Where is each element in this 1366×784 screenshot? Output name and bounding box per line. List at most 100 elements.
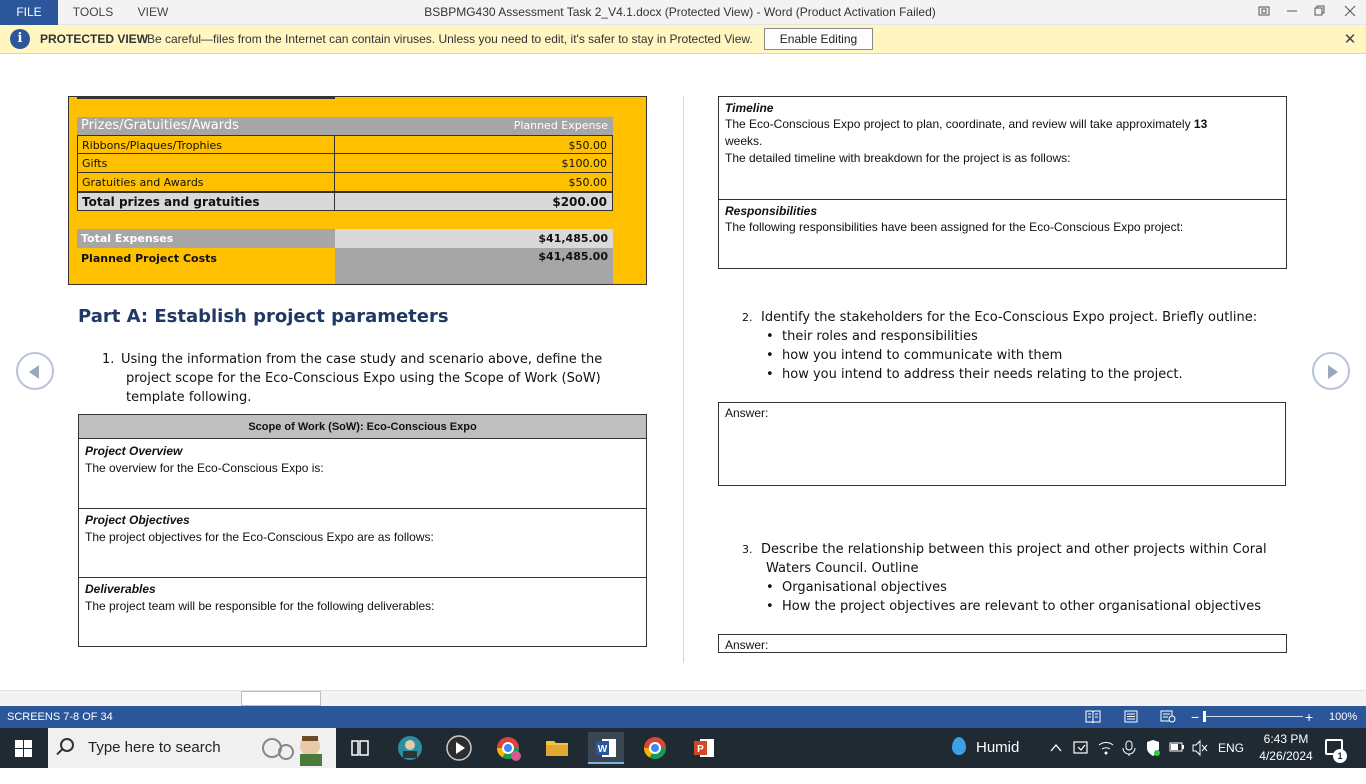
timeline-section[interactable]: Timeline The Eco-Conscious Expo project … [719,97,1286,200]
question-text: Using the information from the case stud… [121,352,603,367]
budget-header-column: Planned Expense [513,119,608,132]
enable-editing-button[interactable]: Enable Editing [764,28,873,50]
deliverables-section[interactable]: Deliverables The project team will be re… [79,578,646,647]
budget-header-row: Prizes/Gratuities/Awards Planned Expense [77,117,613,135]
restore-button[interactable] [1306,0,1334,25]
close-icon[interactable]: ✕ [1340,25,1360,54]
wifi-icon[interactable] [1097,728,1115,784]
question-2: 2. Identify the stakeholders for the Eco-… [742,308,1272,384]
planned-costs-label: Planned Project Costs [81,252,217,265]
read-mode-icon[interactable] [1085,710,1101,724]
print-layout-icon[interactable] [1123,710,1139,723]
search-placeholder: Type here to search [88,739,221,756]
planned-costs-row: Planned Project Costs $41,485.00 [77,248,613,284]
question-text: Identify the stakeholders for the Eco-Co… [761,310,1258,325]
scrollbar-thumb[interactable] [241,691,321,706]
section-title: Deliverables [85,582,156,596]
horizontal-scrollbar[interactable] [0,690,1366,706]
task-view-icon[interactable] [342,732,378,764]
total-expenses-value: $41,485.00 [335,229,613,248]
question-number: 3. [742,543,753,556]
zoom-in-button[interactable]: + [1305,706,1313,728]
web-layout-icon[interactable] [1160,710,1176,723]
table-row: Ribbons/Plaques/Trophies $50.00 [77,135,613,154]
chrome-icon[interactable] [637,732,673,764]
word-icon[interactable]: W [588,732,624,764]
meet-now-icon[interactable] [1072,728,1090,784]
file-explorer-icon[interactable] [539,732,575,764]
question-3: 3. Describe the relationship between this… [742,540,1282,616]
protected-view-label: PROTECTED VIEW [40,32,149,46]
svg-text:W: W [598,744,608,755]
question-1: 1. Using the information from the case st… [102,350,622,407]
zoom-slider[interactable] [1203,716,1303,717]
section-body: The detailed timeline with breakdown for… [725,151,1071,165]
zoom-level[interactable]: 100% [1329,706,1357,728]
battery-icon[interactable] [1167,728,1185,784]
sow-title: Scope of Work (SoW): Eco-Conscious Expo [79,415,646,439]
chevron-left-icon [29,365,39,379]
question-text: template following. [126,390,252,405]
protected-view-bar: i PROTECTED VIEW Be careful—files from t… [0,25,1366,54]
budget-item-value: $100.00 [335,154,613,173]
previous-screen-button[interactable] [16,352,54,390]
media-player-icon[interactable] [441,732,477,764]
zoom-slider-thumb[interactable] [1203,711,1206,722]
part-a-heading: Part A: Establish project parameters [78,306,449,327]
chevron-up-icon[interactable] [1049,728,1063,784]
search-icon [60,738,74,752]
page-divider [683,96,684,663]
chevron-right-icon [1328,365,1338,379]
search-input[interactable]: Type here to search [48,728,336,768]
project-objectives-section[interactable]: Project Objectives The project objective… [79,509,646,578]
section-body: The project team will be responsible for… [85,599,435,613]
budget-total-row: Total prizes and gratuities $200.00 [77,192,613,211]
file-tab[interactable]: FILE [0,0,58,25]
chrome-profile-icon[interactable] [490,732,526,764]
responsibilities-section[interactable]: Responsibilities The following responsib… [719,200,1286,268]
total-expenses-row: Total Expenses $41,485.00 [77,229,613,248]
mic-icon[interactable] [1120,728,1138,784]
table-row: Gifts $100.00 [77,154,613,173]
clock[interactable]: 6:43 PM 4/26/2024 [1253,731,1319,765]
scope-of-work-table: Scope of Work (SoW): Eco-Conscious Expo … [78,414,647,647]
question-text: Describe the relationship between this p… [761,542,1267,557]
budget-item-value: $50.00 [335,173,613,192]
minimize-button[interactable] [1278,0,1306,25]
clock-date: 4/26/2024 [1259,749,1313,763]
list-item: their roles and responsibilities [782,327,1272,346]
project-overview-section[interactable]: Project Overview The overview for the Ec… [79,440,646,509]
notification-badge: 1 [1333,749,1347,763]
view-tab[interactable]: VIEW [128,0,178,25]
budget-total-value: $200.00 [335,192,613,211]
weather-widget[interactable]: Humid [952,728,1019,768]
section-body: weeks. [725,134,763,148]
next-screen-button[interactable] [1312,352,1350,390]
volume-muted-icon[interactable] [1191,728,1209,784]
list-item: how you intend to address their needs re… [782,365,1272,384]
tools-tab[interactable]: TOOLS [58,0,128,25]
close-button[interactable] [1336,0,1364,25]
svg-text:P: P [697,744,704,755]
question-number: 2. [742,311,753,324]
zoom-out-button[interactable]: − [1191,706,1199,728]
powerpoint-icon[interactable]: P [686,732,722,764]
screen-count: SCREENS 7-8 OF 34 [7,711,113,723]
photo-app-icon[interactable] [392,732,428,764]
windows-start-icon[interactable] [0,728,48,768]
taskbar: Type here to search W P Humid ENG 6:43 P… [0,728,1366,768]
language-indicator[interactable]: ENG [1218,728,1244,768]
full-screen-icon[interactable] [1250,0,1278,25]
humidity-icon [952,737,966,755]
document-area: Prizes/Gratuities/Awards Planned Expense… [0,54,1366,690]
answer-box[interactable]: Answer: [718,634,1287,653]
answer-box[interactable]: Answer: [718,402,1286,486]
info-icon: i [10,29,30,49]
security-shield-icon[interactable] [1144,728,1162,784]
section-title: Project Overview [85,444,183,458]
question-text: Waters Council. Outline [766,561,919,576]
divider [77,97,335,99]
section-title: Project Objectives [85,513,190,527]
budget-item-label: Gifts [77,154,335,173]
section-body: The overview for the Eco-Conscious Expo … [85,461,324,475]
